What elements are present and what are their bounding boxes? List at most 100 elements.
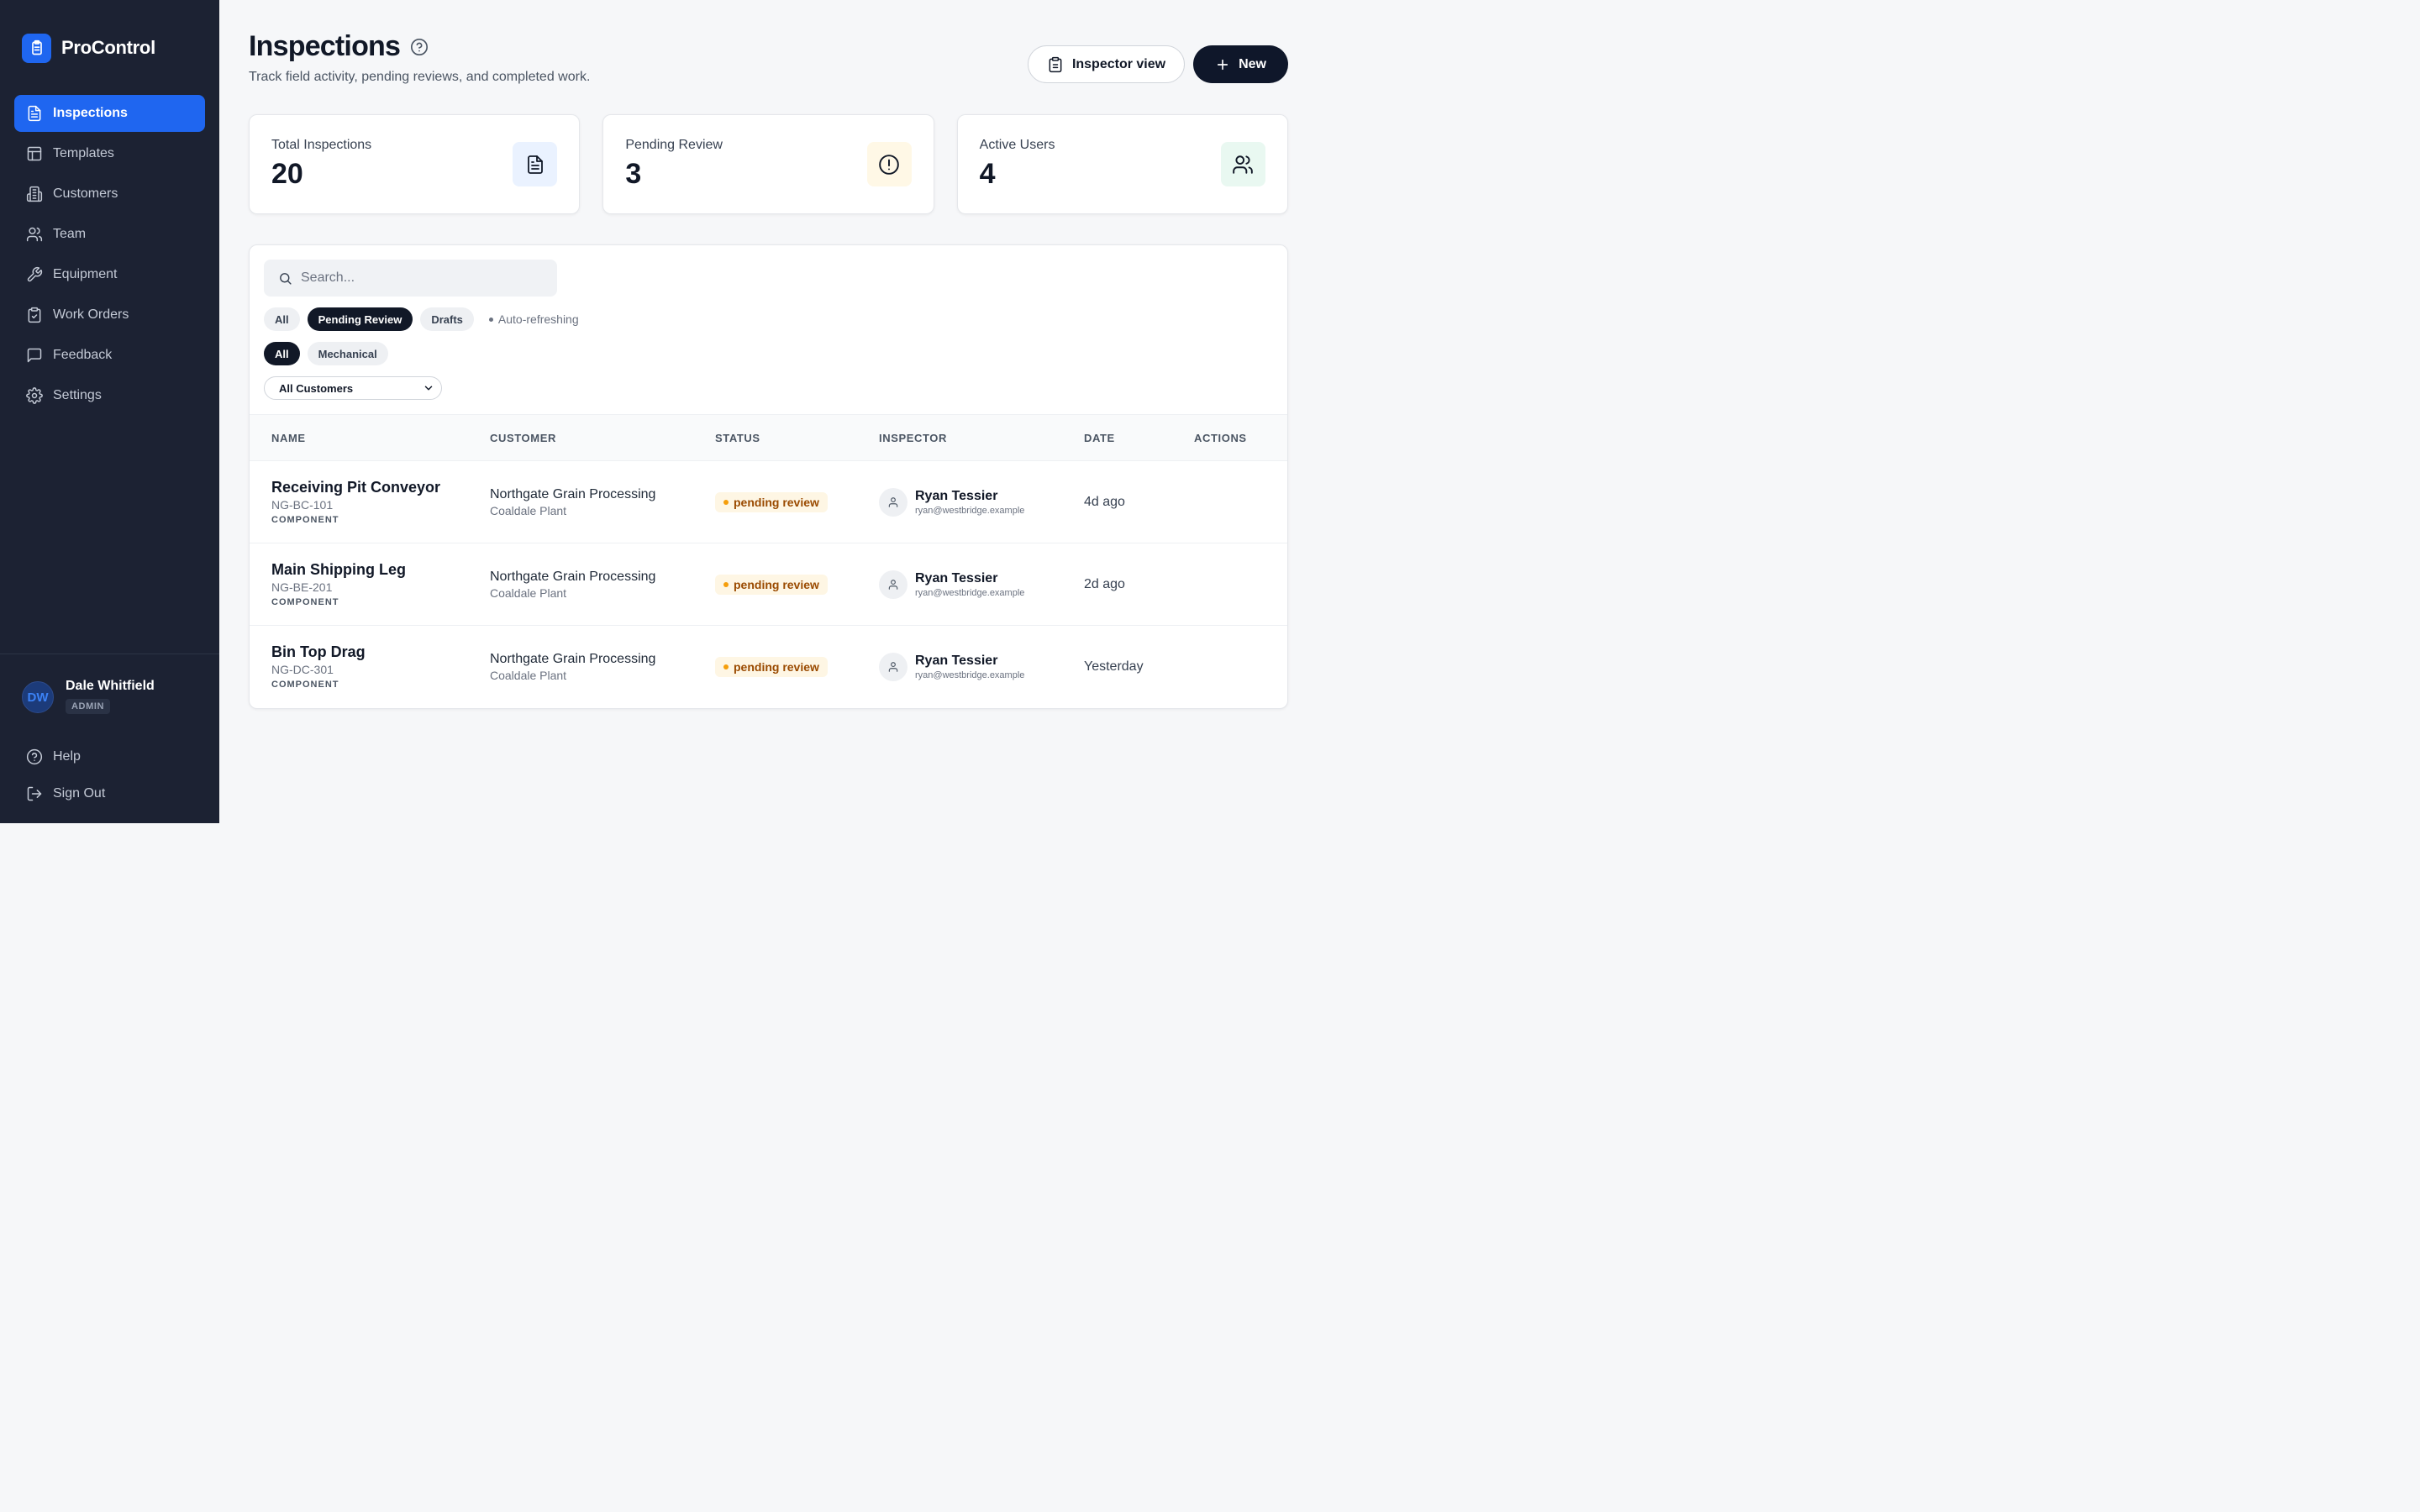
customer-site: Coaldale Plant xyxy=(490,503,567,517)
sidebar-item-label: Feedback xyxy=(53,348,113,362)
inspection-name[interactable]: Bin Top Drag xyxy=(271,643,490,661)
sidebar-item-feedback[interactable]: Feedback xyxy=(14,337,205,374)
user-profile[interactable]: DW Dale Whitfield ADMIN xyxy=(0,654,219,738)
inspection-kind: COMPONENT xyxy=(271,680,339,690)
inspection-kind: COMPONENT xyxy=(271,597,339,607)
inspector-email: ryan@westbridge.example xyxy=(915,669,1025,680)
inspections-table: NAME CUSTOMER STATUS INSPECTOR DATE ACTI… xyxy=(250,414,1287,708)
column-header-status[interactable]: STATUS xyxy=(715,415,879,461)
user-name: Dale Whitfield xyxy=(66,679,155,693)
page-header: Inspections Track field activity, pendin… xyxy=(249,0,1288,114)
inspector-view-button[interactable]: Inspector view xyxy=(1027,45,1186,83)
status-chip-all[interactable]: All xyxy=(264,307,300,331)
role-badge: ADMIN xyxy=(66,699,111,714)
stat-label: Total Inspections xyxy=(271,138,372,152)
document-icon xyxy=(513,142,558,186)
inspector-name: Ryan Tessier xyxy=(915,653,998,668)
inspector-view-label: Inspector view xyxy=(1071,56,1166,71)
inspector-name: Ryan Tessier xyxy=(915,488,998,503)
column-header-date[interactable]: DATE xyxy=(1084,415,1194,461)
type-chip-all[interactable]: All xyxy=(264,342,300,365)
sidebar-item-templates[interactable]: Templates xyxy=(14,135,205,172)
status-chip-pending-review[interactable]: Pending Review xyxy=(307,307,413,331)
sidebar-item-settings[interactable]: Settings xyxy=(14,377,205,414)
status-label: pending review xyxy=(734,577,819,591)
inspection-date: Yesterday xyxy=(1084,659,1144,674)
customer-site: Coaldale Plant xyxy=(490,585,567,600)
alert-circle-icon xyxy=(866,142,912,186)
sidebar-item-label: Work Orders xyxy=(53,307,129,322)
inspector-name: Ryan Tessier xyxy=(915,570,998,585)
sidebar-item-label: Customers xyxy=(53,186,118,201)
column-header-customer[interactable]: CUSTOMER xyxy=(490,415,715,461)
message-square-icon xyxy=(27,348,42,363)
inspection-code: NG-DC-301 xyxy=(271,663,334,677)
sidebar: ProControl Inspections Templates Custome… xyxy=(0,0,219,823)
row-actions xyxy=(1194,626,1287,708)
table-row[interactable]: Bin Top Drag NG-DC-301 COMPONENT Northga… xyxy=(250,626,1287,708)
stat-label: Pending Review xyxy=(625,138,723,152)
inspection-kind: COMPONENT xyxy=(271,515,339,525)
sign-out-link[interactable]: Sign Out xyxy=(14,775,205,812)
search-box[interactable] xyxy=(264,260,557,297)
status-label: pending review xyxy=(734,659,819,674)
status-chip-drafts[interactable]: Drafts xyxy=(420,307,474,331)
brand[interactable]: ProControl xyxy=(0,0,219,74)
inspection-date: 4d ago xyxy=(1084,494,1125,509)
inspector-email: ryan@westbridge.example xyxy=(915,587,1025,598)
page-subtitle: Track field activity, pending reviews, a… xyxy=(249,70,591,84)
sidebar-item-inspections[interactable]: Inspections xyxy=(14,95,205,132)
sidebar-item-equipment[interactable]: Equipment xyxy=(14,256,205,293)
sidebar-item-team[interactable]: Team xyxy=(14,216,205,253)
log-out-icon xyxy=(27,786,42,801)
type-chip-mechanical[interactable]: Mechanical xyxy=(307,342,388,365)
clipboard-icon xyxy=(1049,56,1062,72)
plus-icon xyxy=(1218,59,1228,70)
user-icon xyxy=(879,487,908,517)
inspection-date: 2d ago xyxy=(1084,576,1125,591)
file-text-icon xyxy=(28,105,41,122)
column-header-inspector[interactable]: INSPECTOR xyxy=(879,415,1084,461)
wrench-icon xyxy=(27,266,43,282)
sidebar-item-label: Equipment xyxy=(53,267,118,281)
customer-name: Northgate Grain Processing xyxy=(490,486,656,501)
layout-icon xyxy=(27,146,42,161)
auto-refresh-label: Auto-refreshing xyxy=(497,312,579,326)
gear-icon xyxy=(26,387,43,404)
auto-refresh-indicator: Auto-refreshing xyxy=(488,312,579,326)
status-dot xyxy=(723,664,729,669)
stat-value: 20 xyxy=(271,158,303,190)
clipboard-logo-icon xyxy=(22,33,51,63)
inspection-name[interactable]: Receiving Pit Conveyor xyxy=(271,479,490,496)
customer-select[interactable]: All Customers xyxy=(264,376,442,400)
main-content: Inspections Track field activity, pendin… xyxy=(219,0,1318,823)
sidebar-item-work-orders[interactable]: Work Orders xyxy=(14,297,205,333)
inspection-name[interactable]: Main Shipping Leg xyxy=(271,561,490,579)
stats-row: Total Inspections 20 Pending Review 3 Ac… xyxy=(249,114,1288,214)
app-name: ProControl xyxy=(61,37,155,58)
page-title: Inspections xyxy=(249,30,401,62)
status-badge: pending review xyxy=(715,491,828,512)
row-actions xyxy=(1194,461,1287,543)
clipboard-check-icon xyxy=(28,307,41,323)
sidebar-item-customers[interactable]: Customers xyxy=(14,176,205,213)
help-circle-icon xyxy=(26,748,43,765)
sidebar-nav: Inspections Templates Customers Team Equ… xyxy=(0,74,219,414)
inspector-email: ryan@westbridge.example xyxy=(915,505,1025,516)
help-label: Help xyxy=(53,749,81,764)
column-header-name[interactable]: NAME xyxy=(250,415,490,461)
status-dot xyxy=(488,317,493,322)
search-input[interactable] xyxy=(301,270,536,286)
stat-value: 4 xyxy=(979,158,996,190)
new-inspection-button[interactable]: New xyxy=(1193,45,1288,83)
status-dot xyxy=(723,581,729,587)
help-link[interactable]: Help xyxy=(14,738,205,775)
table-row[interactable]: Receiving Pit Conveyor NG-BC-101 COMPONE… xyxy=(250,461,1287,543)
table-row[interactable]: Main Shipping Leg NG-BE-201 COMPONENT No… xyxy=(250,543,1287,626)
search-icon xyxy=(280,272,292,285)
help-circle-icon[interactable] xyxy=(410,38,429,56)
inspection-code: NG-BE-201 xyxy=(271,580,333,594)
building-icon xyxy=(26,186,43,202)
status-label: pending review xyxy=(734,495,819,509)
stat-value: 3 xyxy=(625,158,642,190)
